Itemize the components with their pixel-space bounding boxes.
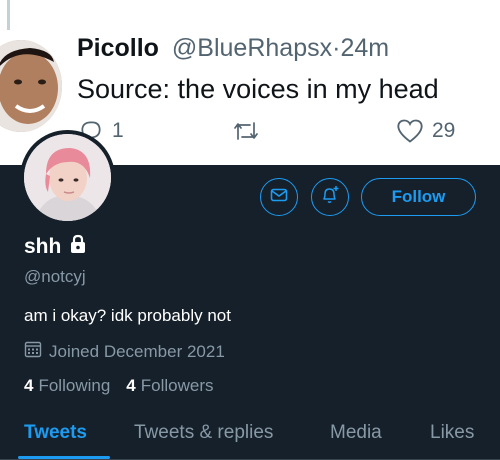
- tab-media[interactable]: Media: [330, 422, 382, 444]
- active-tab-indicator: [18, 456, 110, 459]
- follow-button[interactable]: Follow: [361, 178, 476, 216]
- like-action[interactable]: 29: [396, 118, 455, 144]
- username: @notcyj: [24, 267, 86, 286]
- profile-tabs: Tweets Tweets & replies Media Likes: [0, 408, 500, 460]
- tweet-author-name[interactable]: Picollo: [77, 34, 159, 62]
- followers-count: 4: [126, 376, 136, 395]
- tab-likes[interactable]: Likes: [430, 422, 474, 444]
- tweet-author-handle[interactable]: @BlueRhapsx: [172, 34, 332, 62]
- bell-plus-icon: [319, 184, 341, 211]
- display-name: shh: [24, 235, 62, 258]
- following-label: Following: [38, 376, 111, 395]
- profile-name-row: shh: [24, 234, 87, 260]
- joined-date: Joined December 2021: [24, 340, 225, 363]
- thread-line: [7, 0, 10, 30]
- tweet-timestamp[interactable]: 24m: [340, 34, 389, 62]
- tweet-header: Picollo @BlueRhapsx·24m: [77, 34, 389, 63]
- profile-bio: am i okay? idk probably not: [24, 306, 231, 325]
- tab-tweets-replies[interactable]: Tweets & replies: [134, 422, 273, 444]
- lock-icon: [69, 234, 87, 260]
- mail-icon: [269, 185, 289, 210]
- like-count: 29: [432, 119, 456, 142]
- follow-counts: 4 Following 4 Followers: [24, 376, 214, 396]
- message-button[interactable]: [260, 178, 298, 216]
- tweet-text: Source: the voices in my head: [77, 74, 439, 104]
- retweet-action[interactable]: [232, 118, 260, 144]
- following-link[interactable]: 4 Following: [24, 376, 110, 396]
- followers-label: Followers: [140, 376, 214, 395]
- heart-icon: [396, 118, 424, 144]
- retweet-icon: [232, 118, 260, 144]
- notifications-button[interactable]: [311, 178, 349, 216]
- tab-tweets[interactable]: Tweets: [24, 422, 87, 444]
- profile-avatar[interactable]: [20, 130, 115, 225]
- calendar-icon: [24, 340, 42, 363]
- followers-link[interactable]: 4 Followers: [126, 376, 213, 396]
- reply-count: 1: [112, 119, 124, 142]
- following-count: 4: [24, 376, 34, 395]
- joined-text: Joined December 2021: [49, 341, 225, 361]
